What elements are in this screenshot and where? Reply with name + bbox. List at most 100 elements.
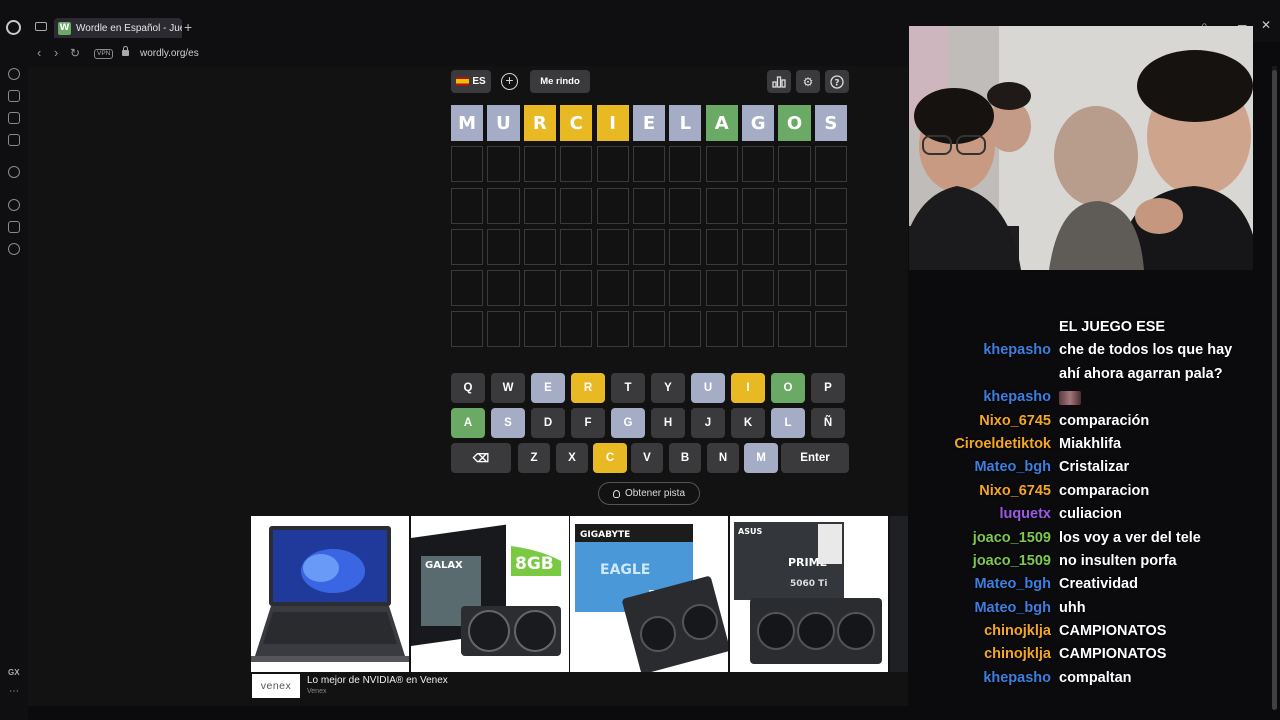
chat-username[interactable]: Mateo_bgh xyxy=(974,459,1051,475)
key-m[interactable]: M xyxy=(744,443,778,473)
key-v[interactable]: V xyxy=(631,443,663,473)
ad-banner[interactable]: GALAX 8GB GIGABYTE EAGLE 5070 xyxy=(250,516,908,706)
url-field[interactable]: wordly.org/es xyxy=(140,48,199,59)
ad-product-laptop[interactable] xyxy=(251,516,409,672)
chat-username[interactable]: chinojklja xyxy=(984,646,1051,662)
scrollbar[interactable] xyxy=(1272,66,1277,710)
key-p[interactable]: P xyxy=(811,373,845,403)
board-tile xyxy=(487,146,520,183)
chat-username[interactable]: khepasho xyxy=(983,342,1051,358)
give-up-button[interactable]: Me rindo xyxy=(530,70,590,93)
stats-icon[interactable] xyxy=(767,70,791,93)
board-tile xyxy=(814,270,847,307)
key-f[interactable]: F xyxy=(571,408,605,438)
vpn-badge[interactable]: VPN xyxy=(94,49,114,59)
ad-product-asus-prime[interactable]: ASUS PRIME 5060 Ti xyxy=(730,516,888,672)
board-tile: L xyxy=(669,105,702,141)
backspace-key[interactable]: ⌫ xyxy=(451,443,511,473)
key-w[interactable]: W xyxy=(491,373,525,403)
key-e[interactable]: E xyxy=(531,373,565,403)
chat-username[interactable]: khepasho xyxy=(983,389,1051,405)
chat-username[interactable]: chinojklja xyxy=(984,623,1051,639)
chat-username[interactable]: joaco_1509 xyxy=(973,553,1051,569)
ad-product-partial[interactable] xyxy=(890,516,908,672)
key-c[interactable]: C xyxy=(593,443,627,473)
board-tile: C xyxy=(560,105,593,141)
forward-arrow-icon[interactable]: › xyxy=(54,46,58,60)
hint-label: Obtener pista xyxy=(624,488,686,499)
settings-gear-icon[interactable]: ⚙ xyxy=(796,70,820,93)
chat-username[interactable]: Nixo_6745 xyxy=(979,483,1051,499)
key-a[interactable]: A xyxy=(451,408,485,438)
chat-text: Creatividad xyxy=(1059,576,1138,593)
key-z[interactable]: Z xyxy=(518,443,550,473)
gx-icon[interactable]: GX xyxy=(8,668,20,677)
chat-username[interactable]: Mateo_bgh xyxy=(974,576,1051,592)
hint-button[interactable]: Obtener pista xyxy=(598,482,700,505)
key-r[interactable]: R xyxy=(571,373,605,403)
wallet-icon[interactable] xyxy=(8,112,20,124)
settings-sidebar-icon[interactable] xyxy=(8,243,20,255)
chat-username[interactable]: Nixo_6745 xyxy=(979,413,1051,429)
reload-icon[interactable]: ↻ xyxy=(70,46,80,60)
back-arrow-icon[interactable]: ‹ xyxy=(37,46,41,60)
key-y[interactable]: Y xyxy=(651,373,685,403)
chat-username[interactable]: khepasho xyxy=(983,670,1051,686)
ad-footer: venex Lo mejor de NVIDIA® en Venex Venex xyxy=(250,673,908,703)
tab-switcher-icon[interactable] xyxy=(35,22,47,31)
messenger-icon[interactable] xyxy=(8,134,20,146)
refresh-sidebar-icon[interactable] xyxy=(8,68,20,80)
chat-username[interactable]: Mateo_bgh xyxy=(974,600,1051,616)
key-n[interactable]: N xyxy=(707,443,739,473)
ad-product-galax[interactable]: GALAX 8GB xyxy=(411,516,569,672)
key-q[interactable]: Q xyxy=(451,373,485,403)
ad-brand: Venex xyxy=(307,688,327,695)
chatgpt-icon[interactable] xyxy=(8,166,20,178)
ad-product-gigabyte[interactable]: GIGABYTE EAGLE 5070 xyxy=(570,516,728,672)
key-k[interactable]: K xyxy=(731,408,765,438)
chat-message: khepasho xyxy=(925,387,1265,410)
extensions-icon[interactable] xyxy=(8,221,20,233)
key-j[interactable]: J xyxy=(691,408,725,438)
key-h[interactable]: H xyxy=(651,408,685,438)
search-window-icon[interactable]: ⌕ xyxy=(1201,18,1208,33)
new-game-plus-icon[interactable]: + xyxy=(501,73,518,90)
board-tile xyxy=(560,187,593,224)
chat-username[interactable]: Ciroeldetiktok xyxy=(954,436,1051,452)
key-o[interactable]: O xyxy=(771,373,805,403)
key-s[interactable]: S xyxy=(491,408,525,438)
key-g[interactable]: G xyxy=(611,408,645,438)
language-selector[interactable]: ES xyxy=(451,70,491,93)
opera-logo-icon[interactable] xyxy=(6,20,21,35)
webcam-overlay xyxy=(909,26,1253,270)
board-tile xyxy=(778,311,811,348)
venex-logo[interactable]: venex xyxy=(252,674,300,698)
key-b[interactable]: B xyxy=(669,443,701,473)
scrollbar-thumb[interactable] xyxy=(1272,70,1277,710)
chat-username[interactable]: joaco_1509 xyxy=(973,530,1051,546)
help-icon[interactable]: ? xyxy=(825,70,849,93)
key-x[interactable]: X xyxy=(556,443,588,473)
tab-wordle[interactable]: W Wordle en Español - Juego xyxy=(54,18,182,38)
wordle-favicon-icon: W xyxy=(58,21,71,35)
key-ñ[interactable]: Ñ xyxy=(811,408,845,438)
chat-username[interactable]: luquetx xyxy=(999,506,1051,522)
store-icon[interactable] xyxy=(8,90,20,102)
key-d[interactable]: D xyxy=(531,408,565,438)
ad-title[interactable]: Lo mejor de NVIDIA® en Venex xyxy=(307,675,448,686)
key-l[interactable]: L xyxy=(771,408,805,438)
history-icon[interactable] xyxy=(8,199,20,211)
lock-icon[interactable] xyxy=(122,46,129,56)
board-tile xyxy=(487,187,520,224)
key-u[interactable]: U xyxy=(691,373,725,403)
chat-message: chinojklja CAMPIONATOS xyxy=(925,621,1265,644)
new-tab-button[interactable]: + xyxy=(184,19,192,35)
key-t[interactable]: T xyxy=(611,373,645,403)
enter-key[interactable]: Enter xyxy=(781,443,849,473)
board-tile xyxy=(596,270,629,307)
close-window-icon[interactable]: ✕ xyxy=(1261,18,1271,32)
chat-message: joaco_1509 no insulten porfa xyxy=(925,551,1265,574)
minimize-window-icon[interactable]: ─ xyxy=(1238,18,1247,32)
key-i[interactable]: I xyxy=(731,373,765,403)
more-icon[interactable]: ⋯ xyxy=(9,686,19,697)
